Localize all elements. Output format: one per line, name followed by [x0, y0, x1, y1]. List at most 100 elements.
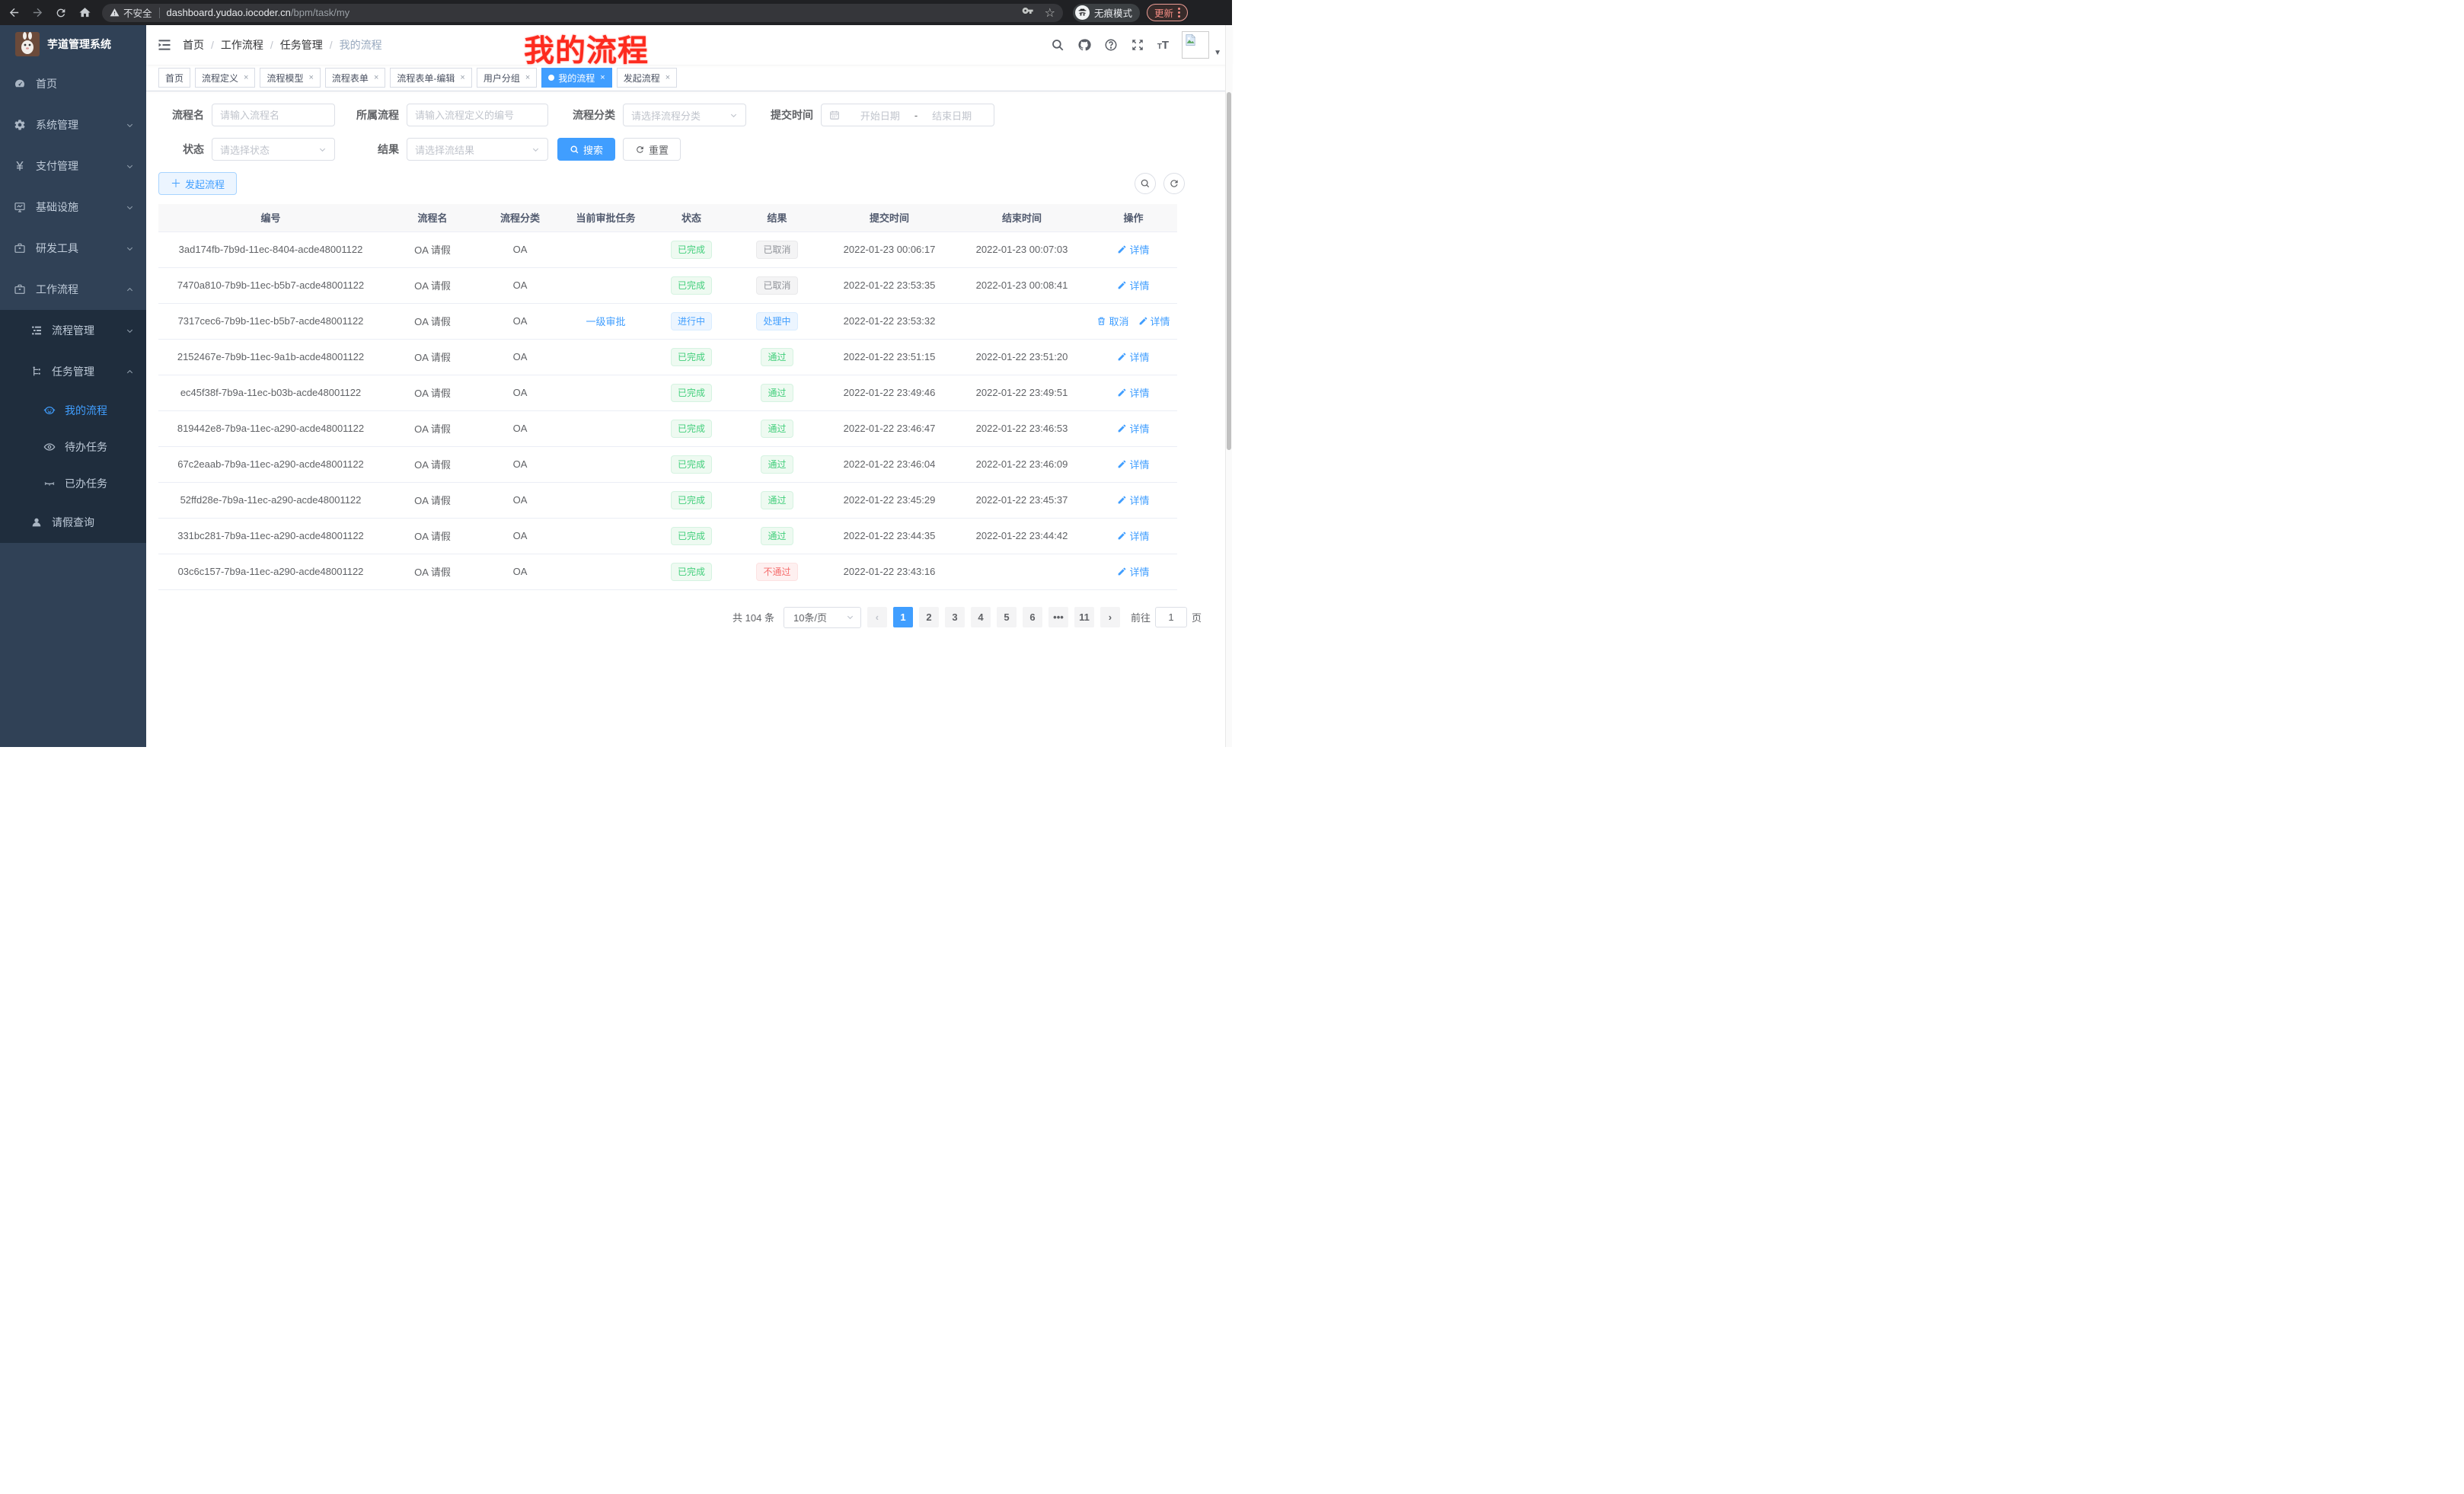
breadcrumb-item[interactable]: 工作流程	[221, 37, 263, 53]
browser-back-icon[interactable]	[4, 3, 24, 23]
scrollbar[interactable]	[1225, 25, 1232, 747]
sidebar-item-我的流程[interactable]: 我的流程	[0, 392, 146, 429]
cell-process-name: OA 请假	[383, 339, 482, 375]
close-icon[interactable]: ×	[308, 73, 313, 82]
detail-action[interactable]: 详情	[1117, 350, 1149, 364]
start-date-placeholder[interactable]: 开始日期	[846, 108, 914, 123]
process-input-field[interactable]	[415, 110, 540, 121]
page-button-3[interactable]: 3	[945, 607, 965, 627]
status-badge: 进行中	[671, 312, 712, 330]
detail-action[interactable]: 详情	[1117, 385, 1149, 400]
key-icon[interactable]	[1022, 5, 1034, 21]
prev-page-button[interactable]: ‹	[867, 607, 887, 627]
close-icon[interactable]: ×	[374, 73, 378, 82]
page-button-2[interactable]: 2	[919, 607, 939, 627]
toggle-search-button[interactable]	[1135, 173, 1156, 194]
sidebar-item-研发工具[interactable]: 研发工具	[0, 228, 146, 269]
cell-id: 7470a810-7b9b-11ec-b5b7-acde48001122	[158, 267, 383, 303]
sidebar-item-已办任务[interactable]: 已办任务	[0, 465, 146, 502]
tab-流程表单-编辑[interactable]: 流程表单-编辑×	[390, 68, 471, 88]
sidebar-item-工作流程[interactable]: 工作流程	[0, 269, 146, 310]
sidebar-item-首页[interactable]: 首页	[0, 63, 146, 104]
page-button-5[interactable]: 5	[997, 607, 1017, 627]
page-size-select[interactable]: 10条/页	[784, 607, 861, 628]
status-badge: 已完成	[671, 348, 712, 366]
tab-发起流程[interactable]: 发起流程×	[617, 68, 677, 88]
github-icon[interactable]	[1077, 38, 1091, 52]
breadcrumb-item[interactable]: 任务管理	[280, 37, 323, 53]
tab-流程模型[interactable]: 流程模型×	[260, 68, 320, 88]
detail-action[interactable]: 详情	[1117, 528, 1149, 543]
name-input[interactable]	[212, 104, 335, 126]
task-link[interactable]: 一级审批	[586, 314, 625, 328]
page-button-11[interactable]: 11	[1074, 607, 1094, 627]
name-input-field[interactable]	[220, 110, 327, 121]
tab-流程定义[interactable]: 流程定义×	[195, 68, 255, 88]
page-button-6[interactable]: 6	[1023, 607, 1042, 627]
refresh-table-button[interactable]	[1163, 173, 1185, 194]
tab-我的流程[interactable]: 我的流程×	[541, 68, 611, 88]
browser-menu-icon[interactable]	[1178, 8, 1180, 18]
sidebar-item-label: 支付管理	[36, 158, 78, 174]
help-icon[interactable]	[1104, 38, 1118, 52]
close-icon[interactable]: ×	[665, 73, 670, 82]
date-range-picker[interactable]: 开始日期 - 结束日期	[821, 104, 994, 126]
tab-用户分组[interactable]: 用户分组×	[477, 68, 537, 88]
category-select[interactable]: 请选择流程分类	[623, 104, 746, 126]
search-button[interactable]: 搜索	[557, 138, 615, 161]
status-select[interactable]: 请选择状态	[212, 138, 335, 161]
more-pages-icon[interactable]: •••	[1048, 607, 1068, 627]
scrollbar-thumb[interactable]	[1227, 92, 1231, 450]
user-menu[interactable]: ▼	[1182, 31, 1221, 59]
close-icon[interactable]: ×	[460, 73, 464, 82]
search-icon[interactable]	[1051, 38, 1064, 52]
cell-actions: 详情	[1090, 267, 1177, 303]
browser-update-button[interactable]: 更新	[1147, 4, 1188, 21]
cancel-action[interactable]: 取消	[1096, 314, 1128, 328]
browser-reload-icon[interactable]	[51, 3, 71, 23]
reset-button[interactable]: 重置	[623, 138, 681, 161]
sidebar-item-label: 工作流程	[36, 282, 78, 297]
breadcrumb-item[interactable]: 首页	[183, 37, 204, 53]
goto-page-input[interactable]	[1155, 607, 1187, 627]
next-page-button[interactable]: ›	[1100, 607, 1120, 627]
browser-forward-icon[interactable]	[27, 3, 47, 23]
end-date-placeholder[interactable]: 结束日期	[918, 108, 986, 123]
page-button-4[interactable]: 4	[971, 607, 991, 627]
page-button-1[interactable]: 1	[893, 607, 913, 627]
sidebar-item-任务管理[interactable]: 任务管理	[0, 351, 146, 392]
sidebar-item-待办任务[interactable]: 待办任务	[0, 429, 146, 465]
sidebar-item-请假查询[interactable]: 请假查询	[0, 502, 146, 543]
sidebar-item-系统管理[interactable]: 系统管理	[0, 104, 146, 145]
detail-action[interactable]: 详情	[1117, 564, 1149, 579]
detail-action[interactable]: 详情	[1117, 278, 1149, 292]
detail-action[interactable]: 详情	[1138, 314, 1170, 328]
detail-action[interactable]: 详情	[1117, 421, 1149, 436]
create-process-button[interactable]: ＋ 发起流程	[158, 172, 237, 195]
close-icon[interactable]: ×	[525, 73, 530, 82]
close-icon[interactable]: ×	[244, 73, 248, 82]
detail-action[interactable]: 详情	[1117, 242, 1149, 257]
security-chip[interactable]: 不安全	[110, 5, 152, 20]
tab-首页[interactable]: 首页	[158, 68, 190, 88]
font-size-icon[interactable]: TT	[1157, 39, 1169, 52]
detail-action[interactable]: 详情	[1117, 457, 1149, 471]
process-input[interactable]	[407, 104, 548, 126]
sidebar-item-流程管理[interactable]: 流程管理	[0, 310, 146, 351]
logo-row[interactable]: 芋道管理系统	[0, 25, 146, 63]
fullscreen-icon[interactable]	[1131, 38, 1144, 52]
sidebar-item-支付管理[interactable]: 支付管理	[0, 145, 146, 187]
tags-view: 首页流程定义×流程模型×流程表单×流程表单-编辑× 用户分组×我的流程× 发起流程×	[146, 65, 1232, 91]
close-icon[interactable]: ×	[600, 73, 605, 82]
address-bar[interactable]: 不安全 dashboard.yudao.iocoder.cn/bpm/task/…	[102, 4, 1063, 22]
result-select[interactable]: 请选择流结果	[407, 138, 548, 161]
cell-id: 819442e8-7b9a-11ec-a290-acde48001122	[158, 410, 383, 446]
sidebar-item-基础设施[interactable]: 基础设施	[0, 187, 146, 228]
tab-流程表单[interactable]: 流程表单×	[325, 68, 385, 88]
browser-home-icon[interactable]	[75, 3, 94, 23]
cell-end-time: 2022-01-22 23:45:37	[954, 482, 1090, 518]
bookmark-star-icon[interactable]: ☆	[1045, 5, 1055, 21]
cell-current-task	[558, 554, 653, 589]
detail-action[interactable]: 详情	[1117, 493, 1149, 507]
hamburger-icon[interactable]	[157, 37, 172, 53]
